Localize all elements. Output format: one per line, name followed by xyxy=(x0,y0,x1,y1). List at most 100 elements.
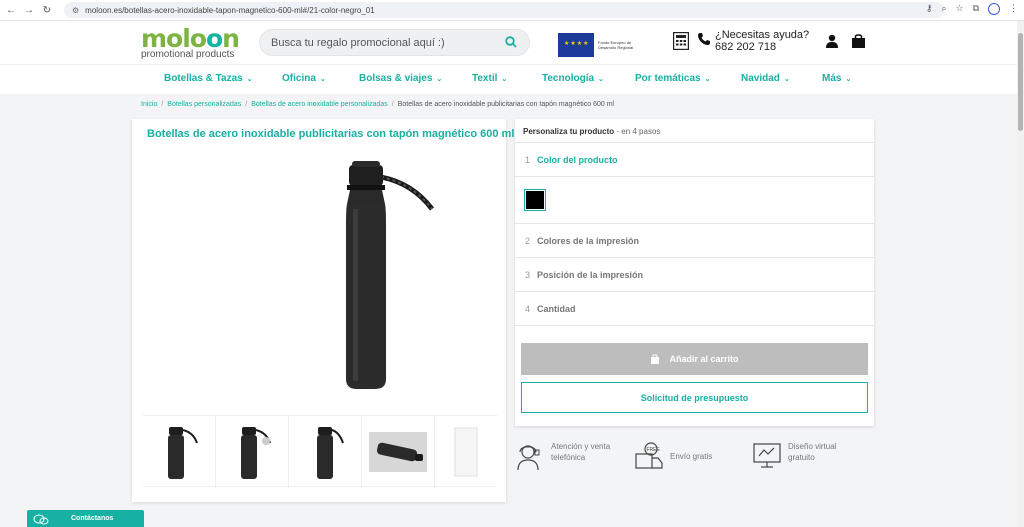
free-shipping-icon: FREE xyxy=(635,442,663,469)
contact-tab[interactable]: Contáctanos xyxy=(27,510,144,527)
site-logo[interactable]: moloon promotional products xyxy=(141,26,240,60)
page-scrollbar[interactable] xyxy=(1017,21,1024,527)
scrollbar-thumb[interactable] xyxy=(1018,33,1023,131)
support-agent-icon xyxy=(517,445,540,471)
key-icon[interactable]: ⚷ xyxy=(926,3,933,15)
product-gallery-panel: Botellas de acero inoxidable publicitari… xyxy=(132,119,514,502)
step-label: Cantidad xyxy=(537,303,576,314)
thumbnail[interactable] xyxy=(289,416,362,488)
menu-item-botellas[interactable]: Botellas & Tazas ⌄ xyxy=(164,73,253,84)
reload-icon[interactable]: ↻ xyxy=(40,3,54,17)
menu-item-mas[interactable]: Más ⌄ xyxy=(822,73,851,84)
logo-tagline: promotional products xyxy=(141,49,235,60)
back-icon[interactable]: ← xyxy=(4,3,18,17)
breadcrumb-separator: / xyxy=(391,101,394,108)
menu-item-bolsas[interactable]: Bolsas & viajes ⌄ xyxy=(359,73,442,84)
site-info-icon[interactable]: ⚙ xyxy=(72,6,79,15)
menu-item-oficina[interactable]: Oficina ⌄ xyxy=(282,73,326,84)
help-label: ¿Necesitas ayuda? xyxy=(715,29,810,41)
breadcrumb-current: Botellas de acero inoxidable publicitari… xyxy=(397,101,615,108)
thumbnail-strip xyxy=(143,415,497,488)
eu-badge-text: Fondo Europeo de Desarrollo Regional xyxy=(598,40,634,50)
site-header: moloon promotional products Fondo Europe… xyxy=(0,21,1024,64)
help-phone: 682 202 718 xyxy=(715,41,777,53)
chevron-down-icon: ⌄ xyxy=(246,76,253,83)
breadcrumb-separator: / xyxy=(245,101,248,108)
menu-dots-icon[interactable]: ⋮ xyxy=(1009,3,1018,15)
request-quote-label: Solicitud de presupuesto xyxy=(640,392,749,403)
browser-toolbar: ← → ↻ ⚙ moloon.es/botellas-acero-inoxida… xyxy=(0,0,1024,21)
thumbnail[interactable] xyxy=(435,416,497,488)
breadcrumb: Inicio / Botellas personalizadas / Botellas … xyxy=(141,101,614,108)
step-number: 4 xyxy=(525,303,531,314)
chevron-down-icon: ⌄ xyxy=(783,76,790,83)
menu-item-textil[interactable]: Textil ⌄ xyxy=(472,73,507,84)
feature-virtual-design: Diseño virtual gratuito xyxy=(752,441,848,471)
step-number: 1 xyxy=(525,154,531,165)
step-number: 2 xyxy=(525,235,531,246)
step-label: Posición de la impresión xyxy=(537,269,644,280)
menu-label: Por temáticas xyxy=(635,73,701,84)
step-number: 3 xyxy=(525,269,531,280)
step-print-position[interactable]: 3 Posición de la impresión xyxy=(515,258,874,292)
cart-icon xyxy=(651,354,660,364)
thumbnail[interactable] xyxy=(362,416,435,488)
menu-item-tecnologia[interactable]: Tecnología ⌄ xyxy=(542,73,604,84)
menu-label: Textil xyxy=(472,73,498,84)
product-customizer: Personaliza tu producto - en 4 pasos 1 C… xyxy=(515,119,874,426)
step-print-colors[interactable]: 2 Colores de la impresión xyxy=(515,224,874,258)
step-quantity[interactable]: 4 Cantidad xyxy=(515,292,874,326)
zoom-icon[interactable]: ⌕ xyxy=(941,3,946,15)
menu-item-navidad[interactable]: Navidad ⌄ xyxy=(741,73,790,84)
request-quote-button[interactable]: Solicitud de presupuesto xyxy=(521,382,868,413)
chevron-down-icon: ⌄ xyxy=(598,76,604,83)
feature-text: Atención y venta telefónica xyxy=(551,442,611,462)
menu-label: Oficina xyxy=(282,73,316,84)
step-product-color[interactable]: 1 Color del producto xyxy=(515,143,874,177)
chevron-down-icon: ⌄ xyxy=(501,76,508,83)
add-to-cart-button[interactable]: Añadir al carrito xyxy=(521,343,868,375)
color-swatch-black[interactable] xyxy=(524,189,546,211)
thumbnail[interactable] xyxy=(143,416,216,488)
feature-text: Diseño virtual gratuito xyxy=(788,442,837,462)
feature-phone-support: Atención y venta telefónica xyxy=(515,441,621,471)
search-icon[interactable] xyxy=(505,36,517,48)
product-main-image[interactable] xyxy=(192,149,442,409)
menu-label: Navidad xyxy=(741,73,780,84)
breadcrumb-botellas[interactable]: Botellas personalizadas xyxy=(167,101,241,108)
customizer-title: Personaliza tu producto xyxy=(523,127,615,136)
breadcrumb-acero[interactable]: Botellas de acero inoxidable personaliza… xyxy=(251,101,388,108)
star-icon[interactable]: ☆ xyxy=(955,3,963,15)
product-title: Botellas de acero inoxidable publicitari… xyxy=(147,128,515,140)
step-label: Colores de la impresión xyxy=(537,235,640,246)
color-swatch-row xyxy=(515,177,874,224)
user-icon[interactable] xyxy=(826,34,838,48)
address-bar[interactable]: ⚙ moloon.es/botellas-acero-inoxidable-ta… xyxy=(64,2,944,18)
thumbnail[interactable] xyxy=(216,416,289,488)
menu-label: Más xyxy=(822,73,842,84)
feature-free-shipping: FREE Envío gratis xyxy=(634,441,712,471)
forward-icon[interactable]: → xyxy=(22,3,36,17)
virtual-design-icon xyxy=(753,443,781,468)
menu-item-tematicas[interactable]: Por temáticas ⌄ xyxy=(635,73,710,84)
search-input[interactable] xyxy=(271,36,501,49)
chevron-down-icon: ⌄ xyxy=(319,76,326,83)
profile-icon[interactable] xyxy=(988,3,1000,15)
menu-label: Bolsas & viajes xyxy=(359,73,433,84)
chat-bubble-icon xyxy=(33,514,49,524)
extensions-icon[interactable]: ⧉ xyxy=(973,3,979,15)
eu-funding-badge: Fondo Europeo de Desarrollo Regional xyxy=(558,29,652,61)
menu-label: Tecnología xyxy=(542,73,595,84)
search-box xyxy=(259,29,530,56)
svg-text:FREE: FREE xyxy=(647,447,661,453)
chevron-down-icon: ⌄ xyxy=(704,76,711,83)
breadcrumb-home[interactable]: Inicio xyxy=(141,101,157,108)
customizer-subtitle: - en 4 pasos xyxy=(616,127,661,136)
help-contact[interactable]: ¿Necesitas ayuda? 682 202 718 xyxy=(697,29,809,53)
customizer-header: Personaliza tu producto - en 4 pasos xyxy=(515,119,874,143)
url-text: moloon.es/botellas-acero-inoxidable-tapo… xyxy=(85,5,375,15)
calculator-icon[interactable] xyxy=(673,32,689,50)
chevron-down-icon: ⌄ xyxy=(436,76,443,83)
menu-label: Botellas & Tazas xyxy=(164,73,243,84)
shopping-bag-icon[interactable] xyxy=(851,33,866,48)
